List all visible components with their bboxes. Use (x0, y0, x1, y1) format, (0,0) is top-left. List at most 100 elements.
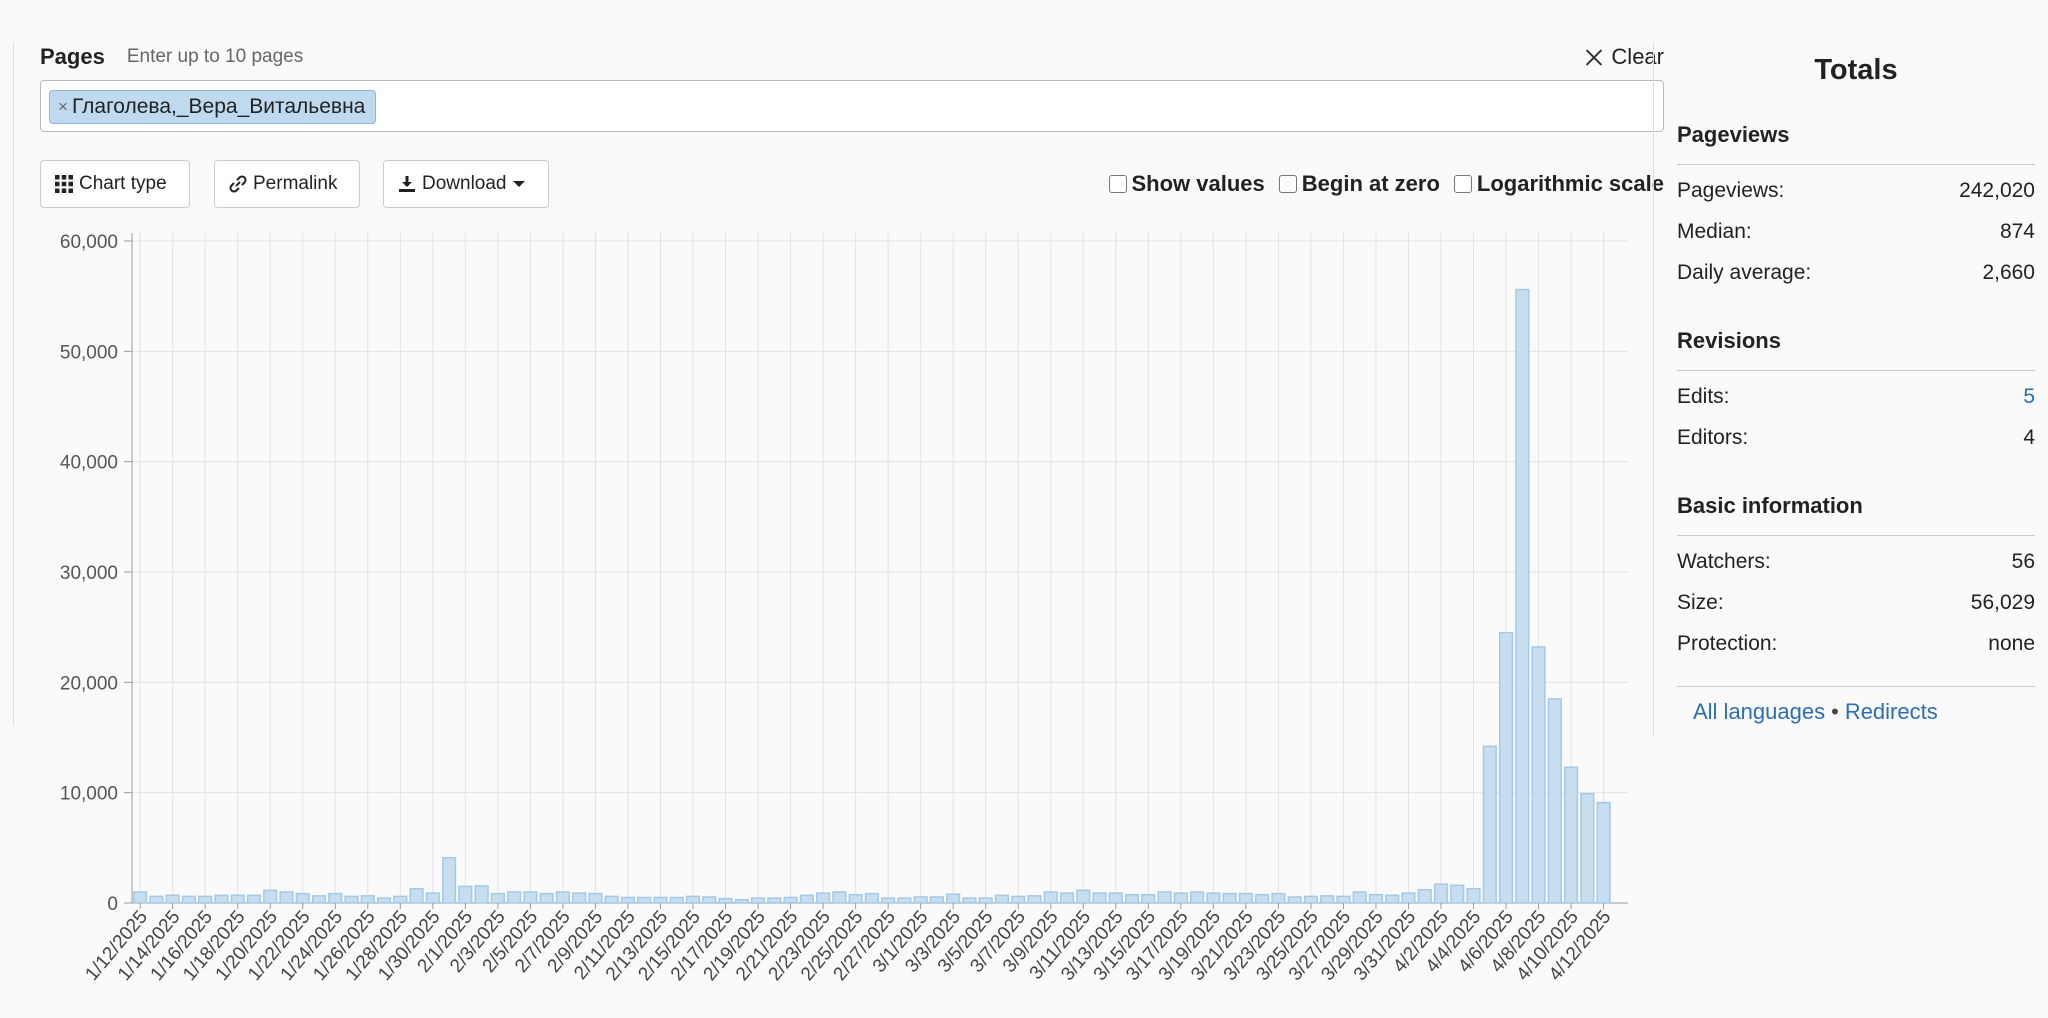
all-languages-link[interactable]: All languages (1693, 699, 1825, 724)
bar[interactable] (1287, 896, 1302, 904)
bar[interactable] (864, 892, 879, 904)
bar[interactable] (718, 897, 733, 904)
bar[interactable] (425, 892, 440, 904)
bar[interactable] (458, 885, 473, 904)
bar[interactable] (588, 892, 603, 904)
download-button[interactable]: Download (383, 160, 549, 208)
bar[interactable] (1352, 891, 1367, 904)
bar[interactable] (685, 895, 701, 904)
bar[interactable] (246, 894, 262, 904)
bar[interactable] (1466, 887, 1481, 904)
bar[interactable] (523, 891, 538, 904)
bar[interactable] (1124, 893, 1140, 904)
bar[interactable] (848, 893, 863, 904)
bar[interactable] (295, 892, 310, 904)
bar[interactable] (344, 895, 359, 904)
bar[interactable] (1206, 892, 1221, 904)
bar[interactable] (702, 896, 717, 904)
bar[interactable] (1255, 893, 1270, 904)
bar[interactable] (1385, 894, 1400, 904)
bar[interactable] (897, 897, 912, 904)
bar[interactable] (1368, 893, 1384, 904)
bar[interactable] (360, 895, 375, 904)
bar[interactable] (555, 891, 571, 904)
bar[interactable] (1580, 793, 1595, 904)
checkbox-box[interactable] (1278, 175, 1297, 193)
bar[interactable] (929, 896, 945, 904)
bar[interactable] (279, 891, 294, 904)
bar[interactable] (783, 896, 798, 904)
bar[interactable] (978, 897, 993, 904)
bar[interactable] (1173, 892, 1188, 904)
bar[interactable] (913, 896, 928, 904)
bar[interactable] (1450, 884, 1465, 904)
bar[interactable] (1482, 745, 1497, 904)
bar[interactable] (311, 895, 327, 904)
bar[interactable] (1433, 883, 1449, 904)
bar[interactable] (620, 896, 636, 904)
bar[interactable] (1563, 766, 1579, 904)
bar[interactable] (328, 892, 343, 904)
bar[interactable] (1401, 892, 1416, 904)
bar[interactable] (1059, 892, 1075, 904)
bar[interactable] (376, 897, 392, 904)
bar[interactable] (799, 894, 814, 904)
bar[interactable] (165, 894, 180, 904)
chart-type-button[interactable]: Chart type (40, 160, 190, 208)
begin-at-zero-checkbox[interactable]: Begin at zero (1278, 171, 1440, 197)
checkbox-box[interactable] (1453, 175, 1472, 193)
bar[interactable] (1141, 893, 1156, 904)
edits-link[interactable]: 5 (2023, 385, 2035, 409)
bar[interactable] (637, 896, 652, 904)
bar[interactable] (1027, 895, 1042, 904)
bar[interactable] (669, 896, 684, 904)
bar[interactable] (1547, 698, 1562, 904)
bar[interactable] (572, 892, 587, 904)
bar[interactable] (653, 896, 668, 904)
bar[interactable] (507, 891, 522, 904)
bar[interactable] (149, 895, 164, 904)
bar[interactable] (1011, 895, 1026, 904)
bar[interactable] (1271, 892, 1286, 904)
bar[interactable] (1157, 891, 1172, 904)
bar[interactable] (1222, 892, 1237, 904)
bar[interactable] (815, 892, 831, 904)
bar[interactable] (962, 897, 977, 904)
bar[interactable] (263, 889, 278, 904)
bar[interactable] (832, 891, 847, 904)
bar[interactable] (1076, 889, 1091, 904)
permalink-button[interactable]: Permalink (214, 160, 360, 208)
bar[interactable] (604, 895, 619, 904)
bar[interactable] (181, 895, 197, 904)
bar[interactable] (393, 895, 408, 904)
checkbox-box[interactable] (1108, 175, 1127, 193)
bar[interactable] (1417, 889, 1432, 904)
bar[interactable] (539, 892, 554, 904)
bar[interactable] (1043, 891, 1058, 904)
log-scale-checkbox[interactable]: Logarithmic scale (1453, 171, 1664, 197)
bar[interactable] (409, 887, 424, 904)
bar[interactable] (994, 894, 1010, 904)
bar[interactable] (214, 894, 229, 904)
bar[interactable] (441, 857, 457, 904)
redirects-link[interactable]: Redirects (1845, 699, 1938, 724)
bar[interactable] (230, 894, 245, 904)
pages-select-input[interactable]: × Глаголева,_Вера_Витальевна (40, 80, 1664, 132)
bar[interactable] (1238, 892, 1253, 904)
bar[interactable] (1092, 892, 1107, 904)
show-values-checkbox[interactable]: Show values (1108, 171, 1265, 197)
bar[interactable] (198, 895, 213, 904)
bar[interactable] (490, 892, 505, 904)
bar[interactable] (1108, 892, 1123, 904)
bar[interactable] (1303, 895, 1319, 904)
page-tag[interactable]: × Глаголева,_Вера_Витальевна (49, 90, 377, 124)
bar[interactable] (1531, 646, 1546, 904)
bar[interactable] (881, 897, 896, 904)
bar[interactable] (1189, 891, 1205, 904)
bar[interactable] (767, 897, 782, 904)
bar[interactable] (734, 898, 749, 904)
bar[interactable] (946, 893, 961, 904)
bar[interactable] (1596, 801, 1611, 904)
bar[interactable] (1498, 631, 1514, 904)
bar[interactable] (474, 885, 489, 904)
